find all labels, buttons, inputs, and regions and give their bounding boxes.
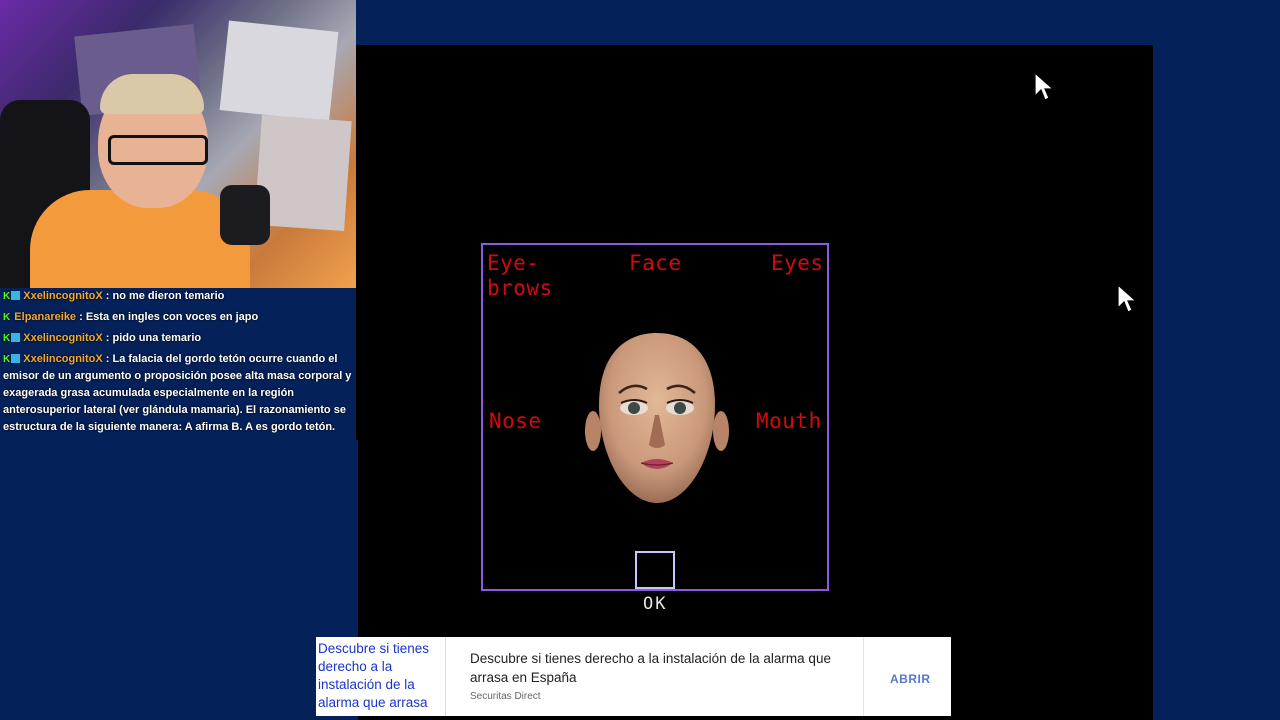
chat-text: : La falacia del gordo tetón ocurre cuan… bbox=[3, 353, 352, 433]
face-editor-dialog: Eye- brows Face Eyes Nose Mouth bbox=[481, 243, 829, 591]
microphone bbox=[220, 185, 270, 245]
kick-badge-icon: K bbox=[3, 333, 11, 344]
chat-message: K XxelincognitoX : La falacia del gordo t… bbox=[0, 351, 356, 436]
kick-badge-icon: K bbox=[3, 312, 11, 323]
ad-banner[interactable]: Descubre si tienes derecho a la instalac… bbox=[316, 637, 951, 716]
ok-label[interactable]: OK bbox=[643, 594, 667, 614]
chat-username: XxelincognitoX bbox=[23, 353, 103, 365]
chat-message: K XxelincognitoX : pido una temario bbox=[0, 330, 356, 347]
chat-text: : pido una temario bbox=[105, 332, 202, 344]
chat-text: : Esta en ingles con voces en japo bbox=[79, 311, 259, 323]
wall-poster bbox=[219, 20, 339, 122]
ad-open-button[interactable]: ABRIR bbox=[890, 672, 931, 686]
chat-message: K Elpanareike : Esta en ingles con voces… bbox=[0, 309, 356, 326]
ok-button[interactable] bbox=[635, 551, 675, 589]
ad-image-alt[interactable]: Descubre si tienes derecho a la instalac… bbox=[316, 637, 446, 716]
sub-badge-icon bbox=[11, 291, 21, 300]
chat-overlay: K XxelincognitoX : no me dieron temario K… bbox=[0, 288, 356, 440]
streamer-glasses bbox=[108, 135, 208, 165]
eyebrows-label-line1: Eye- bbox=[487, 251, 540, 275]
sub-badge-icon bbox=[11, 333, 21, 342]
eyes-option[interactable]: Eyes bbox=[771, 251, 824, 276]
face-preview bbox=[585, 327, 729, 507]
mouse-cursor-icon bbox=[1117, 284, 1137, 313]
chat-username: XxelincognitoX bbox=[23, 290, 103, 302]
sub-badge-icon bbox=[11, 354, 21, 363]
streamer-hair bbox=[100, 74, 204, 114]
mouse-cursor-icon bbox=[1034, 72, 1054, 101]
ad-title[interactable]: Descubre si tienes derecho a la instalac… bbox=[470, 649, 850, 687]
eyebrows-label-line2: brows bbox=[487, 276, 553, 300]
kick-badge-icon: K bbox=[3, 354, 11, 365]
nose-option[interactable]: Nose bbox=[489, 409, 542, 434]
chat-text: : no me dieron temario bbox=[105, 290, 225, 302]
webcam-overlay bbox=[0, 0, 356, 288]
chat-message: K XxelincognitoX : no me dieron temario bbox=[0, 288, 356, 305]
chat-username: Elpanareike bbox=[14, 311, 77, 323]
chat-username: XxelincognitoX bbox=[23, 332, 103, 344]
face-option[interactable]: Face bbox=[629, 251, 682, 276]
mouth-option[interactable]: Mouth bbox=[756, 409, 822, 434]
ad-source: Securitas Direct bbox=[470, 691, 541, 702]
kick-badge-icon: K bbox=[3, 291, 11, 302]
eyebrows-option[interactable]: Eye- brows bbox=[487, 251, 553, 301]
face-preview-image bbox=[585, 333, 729, 503]
ad-divider bbox=[863, 637, 864, 716]
